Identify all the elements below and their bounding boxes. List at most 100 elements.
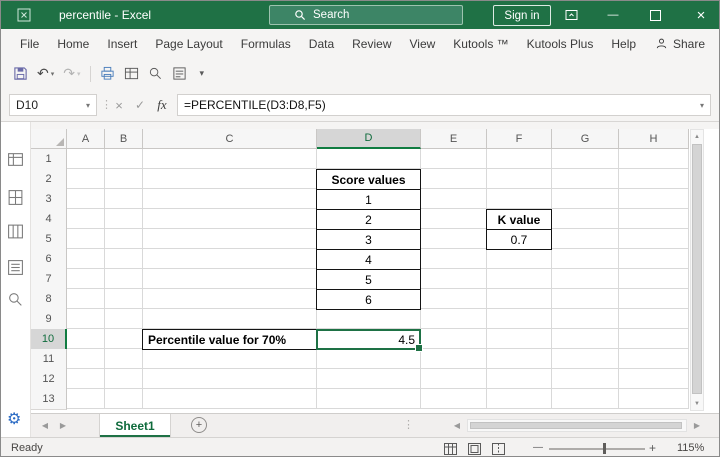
row-header-2[interactable]: 2 [31, 169, 67, 190]
name-box-dropdown-icon[interactable]: ▾ [86, 101, 90, 110]
cell-c10[interactable]: Percentile value for 70% [142, 329, 317, 350]
cell-d2[interactable]: Score values [316, 169, 421, 190]
scroll-up-icon[interactable]: ▲ [691, 130, 703, 143]
cancel-button[interactable]: × [109, 94, 129, 116]
customize-qat-dropdown-icon[interactable]: ▾ [200, 68, 205, 79]
zoom-level-label[interactable]: 115% [677, 442, 704, 454]
formula-input[interactable]: =PERCENTILE(D3:D8,F5) ▾ [177, 94, 711, 116]
column-header-d[interactable]: D [317, 129, 421, 149]
page-layout-view-button[interactable] [463, 441, 485, 456]
tab-kutools[interactable]: Kutools ™ [444, 29, 517, 58]
column-header-a[interactable]: A [67, 129, 105, 149]
cell-d8[interactable]: 6 [316, 289, 421, 310]
fill-handle[interactable] [415, 344, 423, 352]
minimize-button[interactable]: — [595, 1, 631, 29]
status-mode: Ready [11, 442, 43, 454]
gridline [688, 149, 689, 409]
redo-button[interactable]: ↷ ▾ [63, 65, 80, 82]
maximize-button[interactable] [637, 1, 673, 29]
zoom-slider-thumb[interactable] [603, 443, 606, 454]
tab-formulas[interactable]: Formulas [232, 29, 300, 58]
page-break-view-button[interactable] [487, 441, 509, 456]
zoom-out-button[interactable]: — [533, 442, 543, 453]
normal-view-button[interactable] [439, 441, 461, 456]
tab-file[interactable]: File [11, 29, 48, 58]
cell-d7[interactable]: 5 [316, 269, 421, 290]
cell-d3[interactable]: 1 [316, 189, 421, 210]
kutools-list-icon[interactable] [7, 259, 24, 276]
row-header-7[interactable]: 7 [31, 269, 67, 290]
undo-dropdown-icon[interactable]: ▾ [51, 70, 55, 78]
new-sheet-button[interactable]: + [191, 417, 207, 433]
row-header-9[interactable]: 9 [31, 309, 67, 330]
print-preview-button[interactable] [100, 66, 115, 81]
enter-button[interactable]: ✓ [130, 94, 150, 116]
form-button[interactable] [172, 66, 187, 81]
sheet-tab-sheet1[interactable]: Sheet1 [99, 414, 171, 437]
cell-d4[interactable]: 2 [316, 209, 421, 230]
previous-sheet-icon[interactable]: ◀ [37, 414, 53, 437]
undo-button[interactable]: ↶ ▾ [37, 65, 54, 82]
toolbar-divider [89, 65, 91, 82]
table-view-button[interactable] [124, 66, 139, 81]
zoom-slider-track[interactable] [549, 448, 645, 450]
row-header-8[interactable]: 8 [31, 289, 67, 310]
close-button[interactable]: × [681, 1, 719, 29]
row-header-4[interactable]: 4 [31, 209, 67, 230]
kutools-workbook-icon[interactable] [7, 151, 24, 168]
share-button[interactable]: Share [655, 37, 705, 51]
name-box[interactable]: D10 ▾ [9, 94, 97, 116]
kutools-find-icon[interactable] [7, 291, 24, 308]
tab-splitter-grip[interactable]: ⋮ [403, 418, 414, 431]
vertical-scrollbar-thumb[interactable] [692, 144, 702, 394]
horizontal-scrollbar[interactable] [467, 419, 687, 432]
tab-page-layout[interactable]: Page Layout [146, 29, 231, 58]
ribbon-display-options-button[interactable] [553, 1, 589, 29]
sign-in-button[interactable]: Sign in [493, 5, 551, 26]
tab-insert[interactable]: Insert [98, 29, 146, 58]
scroll-left-icon[interactable]: ◀ [449, 414, 465, 437]
cell-f5[interactable]: 0.7 [486, 229, 552, 250]
kutools-columns-icon[interactable] [7, 223, 24, 240]
tab-review[interactable]: Review [343, 29, 400, 58]
scroll-down-icon[interactable]: ▼ [691, 397, 703, 410]
row-header-5[interactable]: 5 [31, 229, 67, 250]
row-header-1[interactable]: 1 [31, 149, 67, 170]
tab-help[interactable]: Help [602, 29, 645, 58]
scroll-right-icon[interactable]: ▶ [689, 414, 705, 437]
tab-kutools-plus[interactable]: Kutools Plus [518, 29, 603, 58]
column-header-f[interactable]: F [487, 129, 552, 149]
zoom-view-button[interactable] [148, 66, 163, 81]
redo-dropdown-icon[interactable]: ▾ [77, 70, 81, 78]
search-box[interactable]: Search [269, 5, 463, 25]
settings-gear-icon[interactable]: ⚙ [7, 412, 21, 428]
expand-formula-bar-icon[interactable]: ▾ [700, 101, 704, 110]
cell-d6[interactable]: 4 [316, 249, 421, 270]
insert-function-button[interactable]: fx [152, 94, 172, 116]
select-all-button[interactable] [31, 129, 67, 149]
horizontal-scrollbar-thumb[interactable] [470, 422, 682, 429]
next-sheet-icon[interactable]: ▶ [55, 414, 71, 437]
row-header-11[interactable]: 11 [31, 349, 67, 370]
row-header-6[interactable]: 6 [31, 249, 67, 270]
cell-d5[interactable]: 3 [316, 229, 421, 250]
page-break-view-icon [491, 442, 505, 455]
column-header-g[interactable]: G [552, 129, 619, 149]
column-header-h[interactable]: H [619, 129, 689, 149]
cell-d10-selected[interactable]: 4.5 [316, 329, 423, 352]
tab-home[interactable]: Home [48, 29, 98, 58]
vertical-scrollbar[interactable]: ▲ ▼ [690, 129, 704, 411]
column-header-e[interactable]: E [421, 129, 487, 149]
row-header-13[interactable]: 13 [31, 389, 67, 410]
tab-data[interactable]: Data [300, 29, 343, 58]
row-header-3[interactable]: 3 [31, 189, 67, 210]
column-header-c[interactable]: C [143, 129, 317, 149]
cell-f4[interactable]: K value [486, 209, 552, 230]
column-header-b[interactable]: B [105, 129, 143, 149]
row-header-12[interactable]: 12 [31, 369, 67, 390]
tab-view[interactable]: View [401, 29, 445, 58]
row-header-10[interactable]: 10 [31, 329, 67, 350]
save-button[interactable] [13, 66, 28, 81]
kutools-worksheet-icon[interactable] [7, 189, 24, 206]
zoom-in-button[interactable]: + [649, 441, 656, 455]
